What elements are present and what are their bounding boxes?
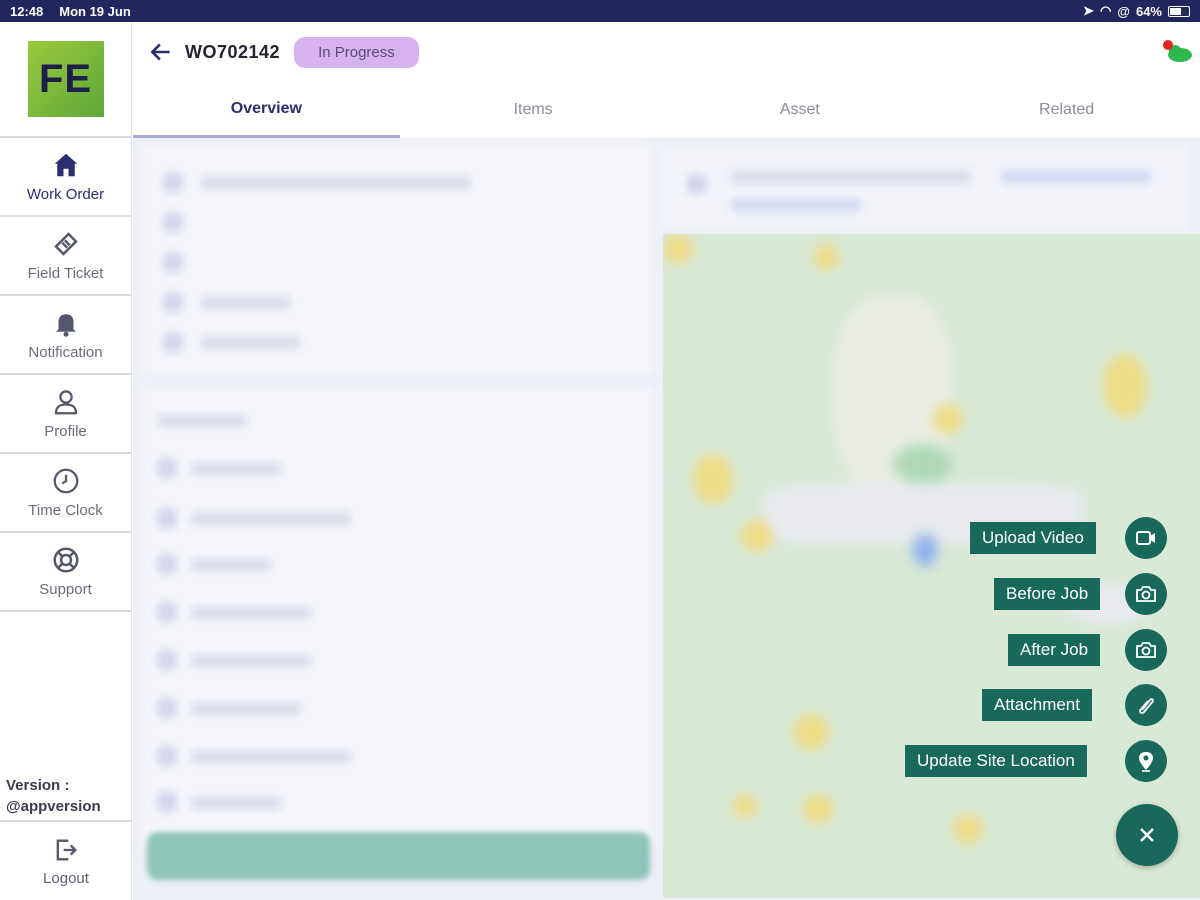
- attachment-button[interactable]: Attachment: [982, 689, 1092, 721]
- logo-area: FE: [0, 22, 131, 138]
- location-pin-icon: [1139, 752, 1153, 772]
- sidebar-item-field-ticket[interactable]: Field Ticket: [0, 217, 131, 296]
- close-fab-button[interactable]: [1116, 804, 1178, 866]
- update-site-location-fab[interactable]: [1125, 740, 1167, 782]
- app-logo: FE: [27, 41, 104, 117]
- video-icon: [1136, 531, 1155, 545]
- tab-bar: Overview Items Asset Related: [133, 82, 1200, 138]
- status-bar: 12:48 Mon 19 Jun ➤ ◠ @ 64%: [0, 0, 1200, 22]
- lifebuoy-icon: [53, 547, 78, 573]
- work-order-id: WO702142: [185, 41, 281, 62]
- paperclip-icon: [1139, 698, 1154, 714]
- tab-asset[interactable]: Asset: [667, 82, 934, 138]
- tab-overview[interactable]: Overview: [133, 82, 400, 138]
- user-icon: [54, 390, 77, 415]
- after-job-fab[interactable]: [1125, 629, 1167, 671]
- back-button[interactable]: [141, 32, 181, 72]
- version-label: Version :: [6, 777, 70, 794]
- before-job-fab[interactable]: [1125, 573, 1167, 615]
- dim-overlay: [133, 138, 1200, 900]
- sidebar-item-time-clock[interactable]: Time Clock: [0, 454, 131, 533]
- status-indicators: ➤ ◠ @ 64%: [1083, 3, 1190, 19]
- battery-percent: 64%: [1135, 3, 1162, 19]
- attachment-fab[interactable]: [1125, 684, 1167, 726]
- logout-icon: [56, 839, 77, 860]
- arrow-left-icon: [150, 43, 170, 61]
- tab-items[interactable]: Items: [400, 82, 667, 138]
- clock-icon: [53, 468, 78, 494]
- sidebar-item-work-order[interactable]: Work Order: [0, 138, 131, 217]
- wifi-icon: ◠: [1099, 3, 1112, 18]
- battery-icon: [1168, 5, 1190, 17]
- sidebar: FE Work Order Field Ticket Notification …: [0, 22, 132, 900]
- location-arrow-icon: ➤: [1083, 3, 1094, 18]
- logout-label: Logout: [43, 869, 89, 887]
- status-badge: In Progress: [294, 36, 419, 68]
- ticket-icon: [53, 232, 78, 256]
- sidebar-item-profile[interactable]: Profile: [0, 375, 131, 454]
- sidebar-item-support[interactable]: Support: [0, 533, 131, 612]
- sidebar-item-notification[interactable]: Notification: [0, 296, 131, 375]
- before-job-button[interactable]: Before Job: [994, 578, 1101, 610]
- sidebar-item-label: Support: [39, 581, 92, 598]
- status-date: Mon 19 Jun: [59, 3, 131, 19]
- close-icon: [1140, 828, 1154, 842]
- sidebar-item-label: Notification: [28, 344, 103, 361]
- camera-icon: [1136, 642, 1156, 658]
- home-icon: [54, 153, 77, 177]
- upload-video-button[interactable]: Upload Video: [970, 522, 1096, 554]
- bell-icon: [55, 314, 76, 337]
- tab-related[interactable]: Related: [933, 82, 1200, 138]
- logout-button[interactable]: Logout: [0, 820, 132, 900]
- upload-video-fab[interactable]: [1125, 517, 1167, 559]
- sidebar-item-label: Field Ticket: [27, 265, 104, 282]
- lock-rotation-icon: @: [1117, 3, 1130, 19]
- version-info: Version : @appversion: [6, 775, 101, 817]
- sidebar-item-label: Time Clock: [28, 502, 103, 519]
- update-site-location-button[interactable]: Update Site Location: [905, 745, 1087, 777]
- work-order-header: WO702142 In Progress: [133, 22, 1200, 82]
- sidebar-item-label: Work Order: [26, 186, 105, 203]
- cloud-sync-icon[interactable]: [1160, 38, 1194, 64]
- camera-icon: [1136, 586, 1156, 602]
- status-time: 12:48: [10, 3, 44, 19]
- version-value: @appversion: [6, 798, 101, 815]
- sidebar-item-label: Profile: [44, 423, 87, 440]
- after-job-button[interactable]: After Job: [1008, 634, 1101, 666]
